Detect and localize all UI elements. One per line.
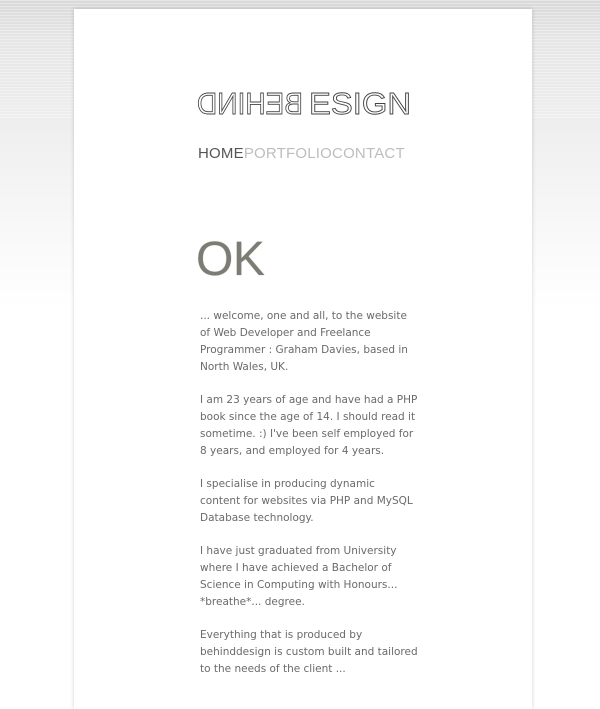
paragraph: I specialise in producing dynamic conten… — [200, 478, 413, 524]
page-heading: OK — [196, 233, 265, 286]
paragraph: Everything that is produced by behinddes… — [200, 629, 418, 675]
paragraph: I am 23 years of age and have had a PHP … — [200, 394, 418, 457]
paragraph: ... welcome, one and all, to the website… — [200, 310, 408, 373]
nav-item-home[interactable]: HOME — [198, 145, 244, 162]
intro-text: ... welcome, one and all, to the website… — [200, 308, 418, 694]
logo-normal-text: ESIGN — [309, 86, 411, 120]
nav-item-contact[interactable]: CONTACT — [332, 145, 405, 162]
main-nav: HOMEPORTFOLIOCONTACT — [198, 145, 405, 162]
paragraph: I have just graduated from University wh… — [200, 545, 398, 608]
behinddesign-logo[interactable]: BEHIND ESIGN — [197, 84, 417, 120]
nav-item-portfolio[interactable]: PORTFOLIO — [244, 145, 332, 162]
logo-mirrored-text: BEHIND — [197, 86, 303, 120]
